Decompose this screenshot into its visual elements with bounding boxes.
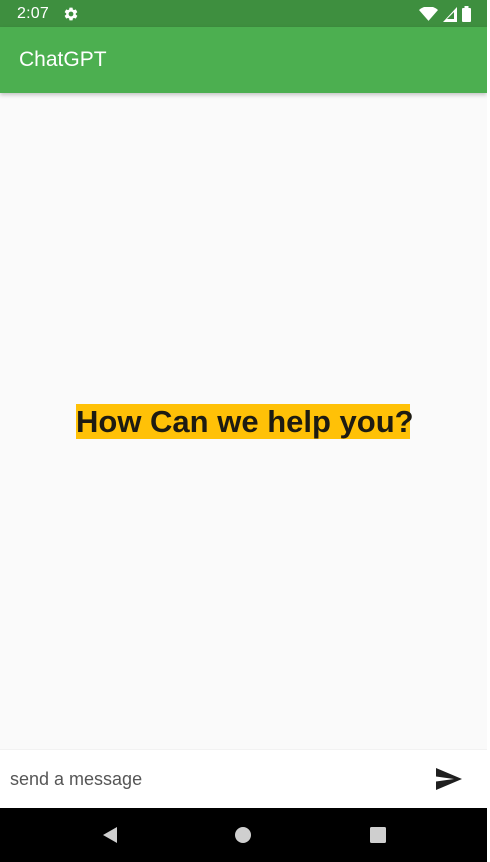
signal-icon — [443, 6, 457, 22]
android-screen: 2:07 ChatGPT How Can we help you? — [0, 0, 487, 862]
send-icon — [436, 768, 462, 790]
message-composer — [0, 750, 487, 808]
status-time: 2:07 — [17, 5, 49, 22]
back-button[interactable] — [98, 823, 122, 847]
recents-icon — [370, 827, 386, 843]
message-input[interactable] — [0, 750, 420, 808]
home-icon — [235, 827, 251, 843]
recents-button[interactable] — [366, 823, 390, 847]
app-bar: ChatGPT — [0, 27, 487, 93]
empty-state-headline: How Can we help you? — [76, 404, 414, 439]
back-icon — [103, 827, 117, 843]
wifi-icon — [419, 6, 438, 21]
settings-icon — [64, 7, 78, 21]
status-bar: 2:07 — [0, 0, 487, 27]
chat-empty-state: How Can we help you? — [0, 93, 487, 750]
battery-icon — [462, 6, 471, 22]
send-button[interactable] — [425, 759, 473, 799]
home-button[interactable] — [231, 823, 255, 847]
app-title: ChatGPT — [19, 48, 107, 71]
system-navigation-bar — [0, 808, 487, 862]
status-indicators — [419, 5, 471, 23]
